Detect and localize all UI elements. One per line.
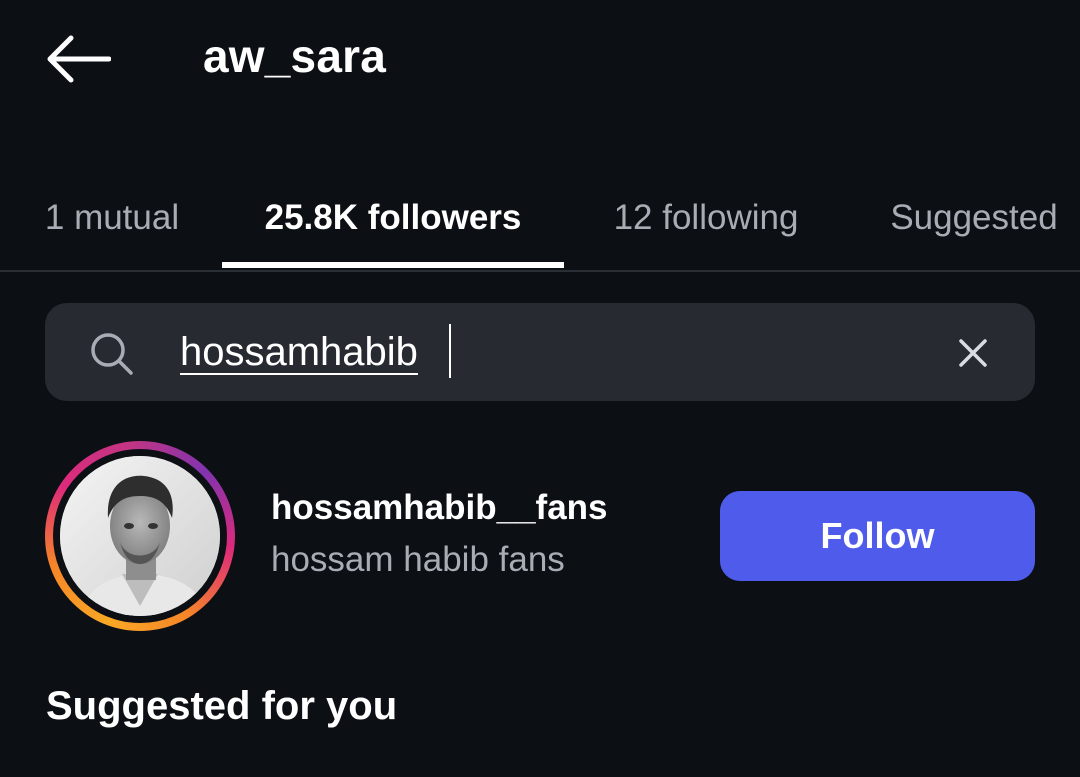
result-username[interactable]: hossamhabib__fans	[271, 486, 608, 530]
tab-mutual[interactable]: 1 mutual	[14, 168, 210, 268]
follow-button[interactable]: Follow	[720, 491, 1035, 581]
tab-bar: 1 mutual 25.8K followers 12 following Su…	[0, 168, 1080, 272]
suggested-section-title: Suggested for you	[46, 684, 398, 728]
text-caret	[449, 324, 451, 378]
tab-following[interactable]: 12 following	[584, 168, 828, 268]
top-bar: aw_sara	[0, 0, 1080, 120]
tab-followers[interactable]: 25.8K followers	[222, 168, 564, 268]
arrow-left-icon	[47, 35, 111, 83]
clear-search-button[interactable]	[948, 328, 998, 378]
result-full-name: hossam habib fans	[271, 540, 565, 579]
back-button[interactable]	[40, 28, 116, 90]
search-icon	[91, 333, 133, 375]
tab-suggested[interactable]: Suggested	[862, 168, 1080, 268]
profile-photo	[60, 456, 220, 616]
search-input[interactable]	[180, 322, 920, 382]
active-tab-indicator	[222, 262, 564, 268]
close-icon	[959, 339, 987, 367]
avatar[interactable]	[60, 456, 220, 616]
page-title: aw_sara	[203, 30, 386, 82]
